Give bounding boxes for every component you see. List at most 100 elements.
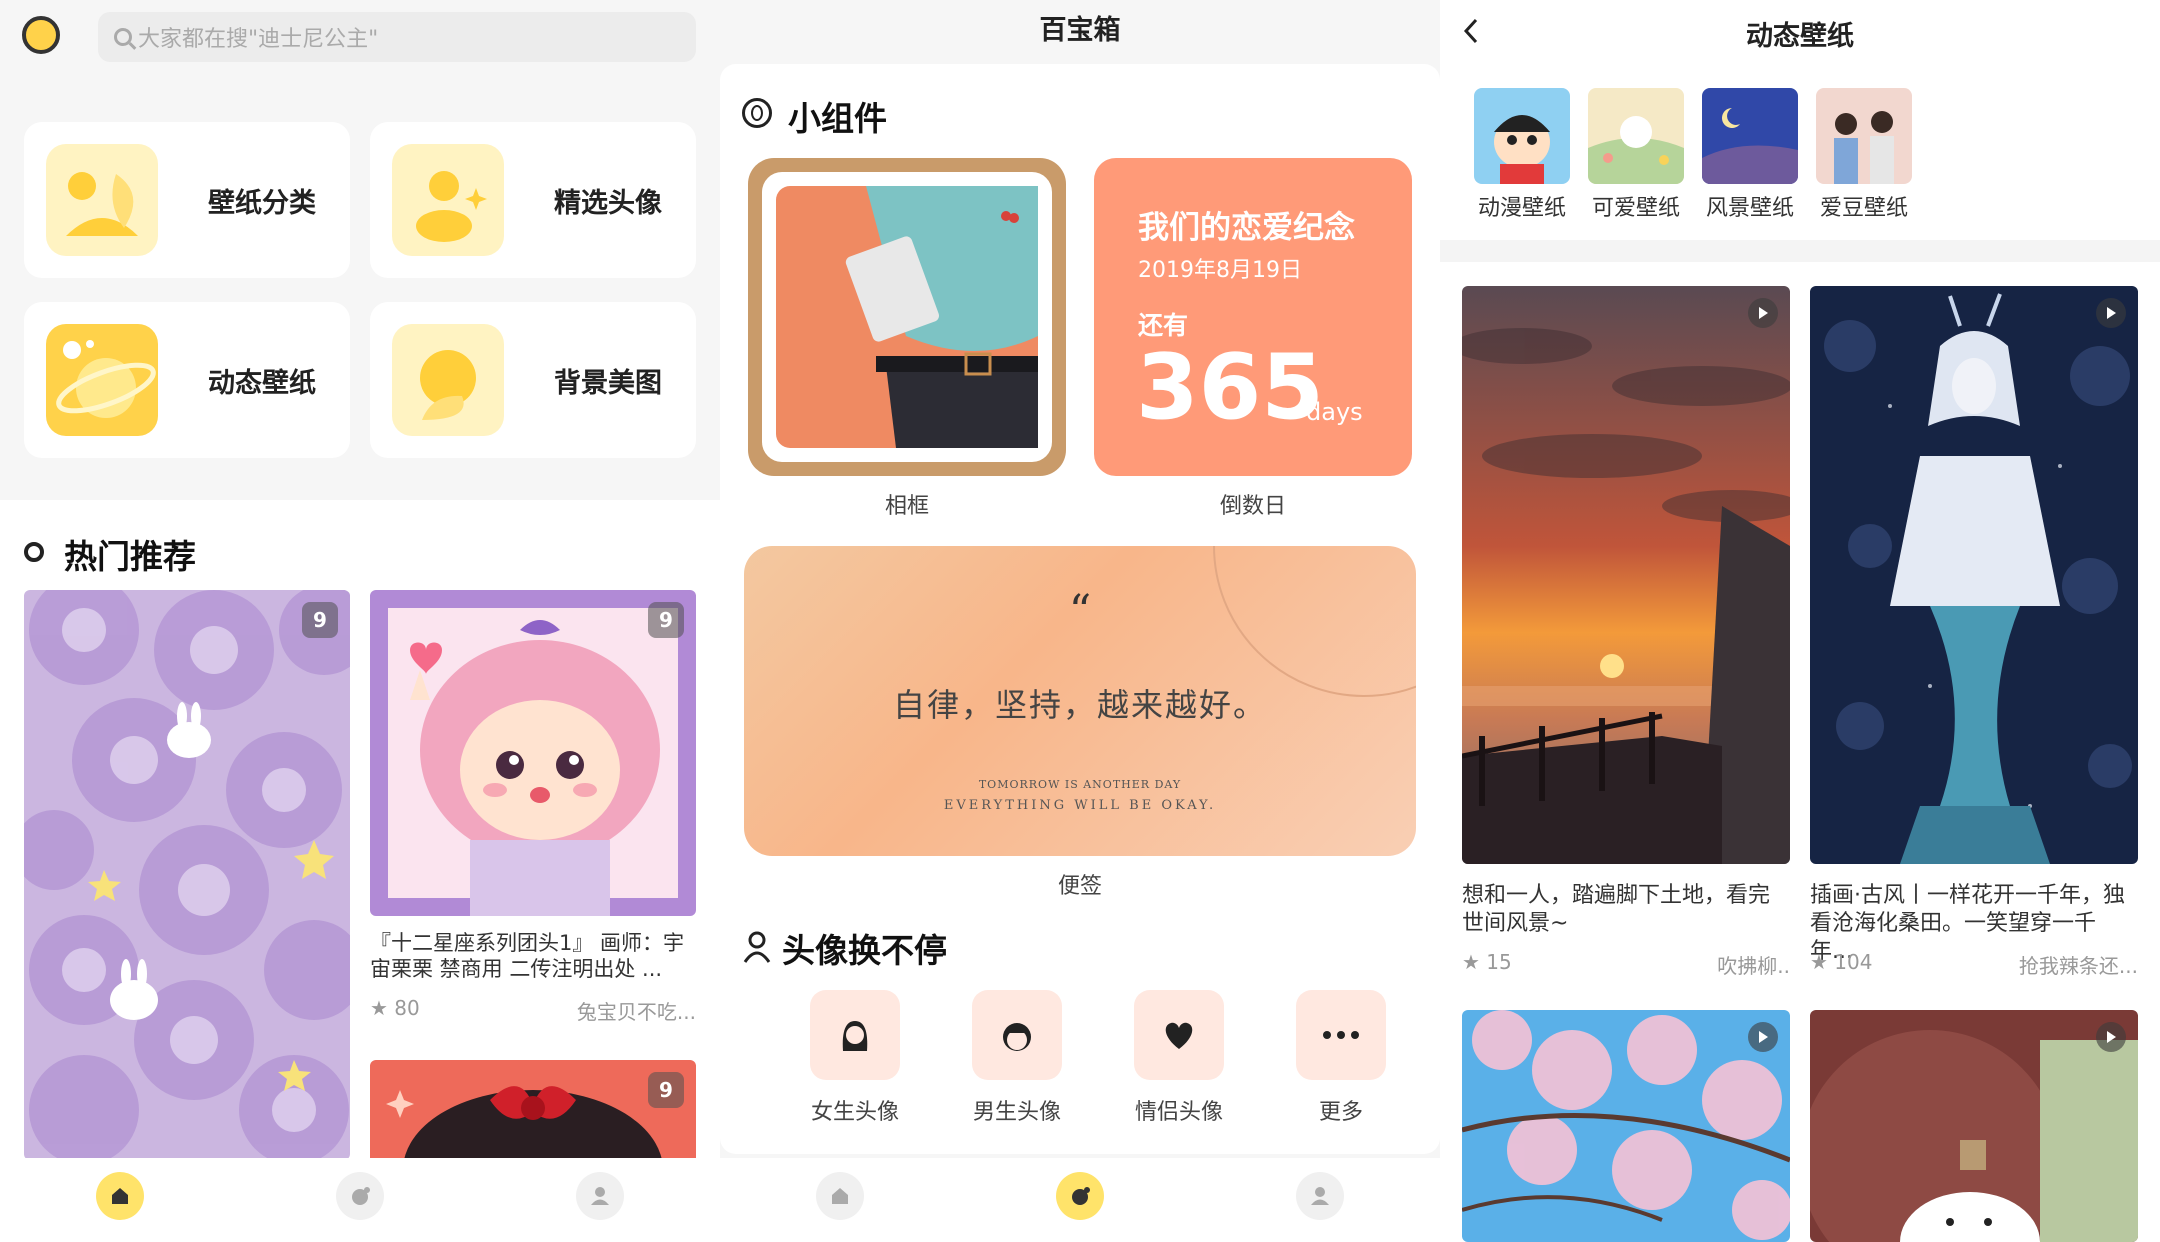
profile-icon: [591, 1187, 609, 1205]
frame-mat: [762, 172, 1052, 462]
play-icon: [1748, 298, 1778, 328]
feed-item[interactable]: [1810, 1010, 2138, 1242]
note-label: 便签: [1057, 874, 1102, 899]
feed-item[interactable]: 想和一人，踏遍脚下土地，看完世间风景~ ★ 15 吹拂柳..: [1462, 286, 1790, 1006]
cave-image: [1810, 1010, 2138, 1242]
feed-likes[interactable]: ★ 15: [1462, 950, 1512, 974]
wallpaper-card[interactable]: 9: [370, 1060, 696, 1170]
category-anime[interactable]: 动漫壁纸: [1462, 88, 1582, 222]
category-live[interactable]: 动态壁纸: [24, 302, 350, 458]
frame-photo: [776, 186, 1038, 448]
nav-home-button[interactable]: [816, 1172, 864, 1220]
play-icon: [2096, 1022, 2126, 1052]
nav-toolbox-button[interactable]: [1056, 1172, 1104, 1220]
cute-thumb: [1588, 88, 1684, 184]
chat-bubble-icon: [392, 324, 504, 436]
card-author: 兔宝贝不吃...: [576, 1000, 696, 1024]
countdown-heading: 我们的恋爱纪念: [1138, 210, 1355, 246]
countdown-date: 2019年8月19日: [1138, 258, 1302, 283]
category-background[interactable]: 背景美图: [370, 302, 696, 458]
nav-profile-button[interactable]: [1296, 1172, 1344, 1220]
search-bar[interactable]: 大家都在搜"迪士尼公主": [98, 12, 696, 62]
category-label: 精选头像: [554, 187, 662, 219]
toolbox-icon: [352, 1187, 370, 1205]
category-label: 动漫壁纸: [1477, 196, 1566, 221]
category-scenery[interactable]: 风景壁纸: [1690, 88, 1810, 222]
anime-girl-image: [370, 590, 696, 916]
feed-item[interactable]: [1462, 1010, 1790, 1242]
note-widget[interactable]: “ 自律，坚持，越来越好。 TOMORROW IS ANOTHER DAY EV…: [744, 546, 1416, 856]
image-count-badge: 9: [648, 602, 684, 638]
feed-author: 抢我辣条还...: [2018, 954, 2138, 978]
star-icon: ★: [1810, 950, 1835, 974]
bottom-nav: [0, 1158, 720, 1242]
image-count-badge: 9: [648, 1072, 684, 1108]
play-icon: [1748, 1022, 1778, 1052]
girl-icon: [810, 990, 900, 1080]
nav-home-button[interactable]: [96, 1172, 144, 1220]
home-icon: [112, 1188, 128, 1204]
feed-title: 想和一人，踏遍脚下土地，看完世间风景~: [1462, 883, 1771, 936]
section-ring-icon: [24, 542, 44, 562]
sunset-image: [1462, 286, 1790, 864]
countdown-widget[interactable]: 我们的恋爱纪念 2019年8月19日 还有 365 days: [1094, 158, 1412, 476]
home-panel: 大家都在搜"迪士尼公主" 壁纸分类 精选头像 动态壁纸 背景美图 热门推荐 9 …: [0, 0, 720, 1242]
avatar-section-title: 头像换不停: [782, 931, 947, 970]
likes-count: 104: [1834, 950, 1873, 974]
home-icon: [832, 1188, 848, 1204]
category-idol[interactable]: 爱豆壁纸: [1804, 88, 1924, 222]
frame-label: 相框: [884, 494, 929, 519]
feed-likes[interactable]: ★ 104: [1810, 950, 1872, 974]
nav-profile-button[interactable]: [576, 1172, 624, 1220]
category-label: 爱豆壁纸: [1819, 196, 1908, 221]
card-image: 9: [370, 590, 696, 916]
category-label: 风景壁纸: [1705, 196, 1794, 221]
card-likes[interactable]: ★ 80: [370, 996, 420, 1020]
avatar-label: 女生头像: [810, 1100, 899, 1125]
avatar-label: 男生头像: [972, 1100, 1061, 1125]
search-placeholder: 大家都在搜"迪士尼公主": [138, 27, 379, 52]
app-logo[interactable]: [22, 16, 60, 54]
wallpaper-card[interactable]: 9 『十二星座系列团头1』 画师：宇宙栗栗 禁商用 二传注明出处 ... ★ 8…: [370, 590, 696, 1024]
widget-icon: [742, 98, 772, 128]
top-bar: 百宝箱: [720, 0, 1440, 64]
toolbox-icon: [1072, 1187, 1090, 1205]
search-icon: [114, 28, 132, 46]
card-title: 『十二星座系列团头1』 画师：宇宙栗栗 禁商用 二传注明出处 ...: [370, 931, 685, 981]
page-title: 百宝箱: [1039, 15, 1121, 46]
toolbox-panel: 百宝箱 小组件 相框 我们的恋爱纪念 2019年8月19日 还有 365 day…: [720, 0, 1440, 1242]
category-wallpaper[interactable]: 壁纸分类: [24, 122, 350, 278]
person-outline-icon: [743, 931, 771, 963]
nav-toolbox-button[interactable]: [336, 1172, 384, 1220]
category-label: 壁纸分类: [208, 187, 316, 219]
avatar-label: 情侣头像: [1134, 1100, 1223, 1125]
page-title: 动态壁纸: [1746, 21, 1854, 52]
more-icon: [1296, 990, 1386, 1080]
user-sparkle-icon: [392, 144, 504, 256]
category-label: 可爱壁纸: [1591, 196, 1680, 221]
idol-thumb: [1816, 88, 1912, 184]
profile-icon: [1311, 1187, 1329, 1205]
quote-mark: “: [1068, 586, 1092, 637]
photo-frame-widget[interactable]: [748, 158, 1066, 476]
category-label: 背景美图: [554, 367, 662, 399]
wallpaper-card[interactable]: 9: [24, 590, 350, 1160]
scenery-thumb: [1702, 88, 1798, 184]
avatar-label: 更多: [1318, 1100, 1363, 1125]
bottom-nav: [720, 1158, 1440, 1242]
category-cute[interactable]: 可爱壁纸: [1576, 88, 1696, 222]
note-line2: EVERYTHING WILL BE OKAY.: [943, 798, 1217, 813]
category-label: 动态壁纸: [208, 367, 316, 399]
boy-icon: [972, 990, 1062, 1080]
play-icon: [2096, 298, 2126, 328]
star-icon: ★: [370, 996, 395, 1020]
section-title: 热门推荐: [64, 537, 196, 576]
mermaid-image: [1810, 286, 2138, 864]
planet-icon: [46, 324, 158, 436]
star-icon: ★: [1462, 950, 1487, 974]
countdown-unit: days: [1306, 398, 1363, 426]
category-avatar[interactable]: 精选头像: [370, 122, 696, 278]
countdown-number: 365: [1136, 335, 1324, 440]
feed-item[interactable]: 插画·古风丨一样花开一千年，独看沧海化桑田。一笑望穿一千年... ★ 104 抢…: [1810, 286, 2138, 1006]
likes-count: 15: [1486, 950, 1512, 974]
